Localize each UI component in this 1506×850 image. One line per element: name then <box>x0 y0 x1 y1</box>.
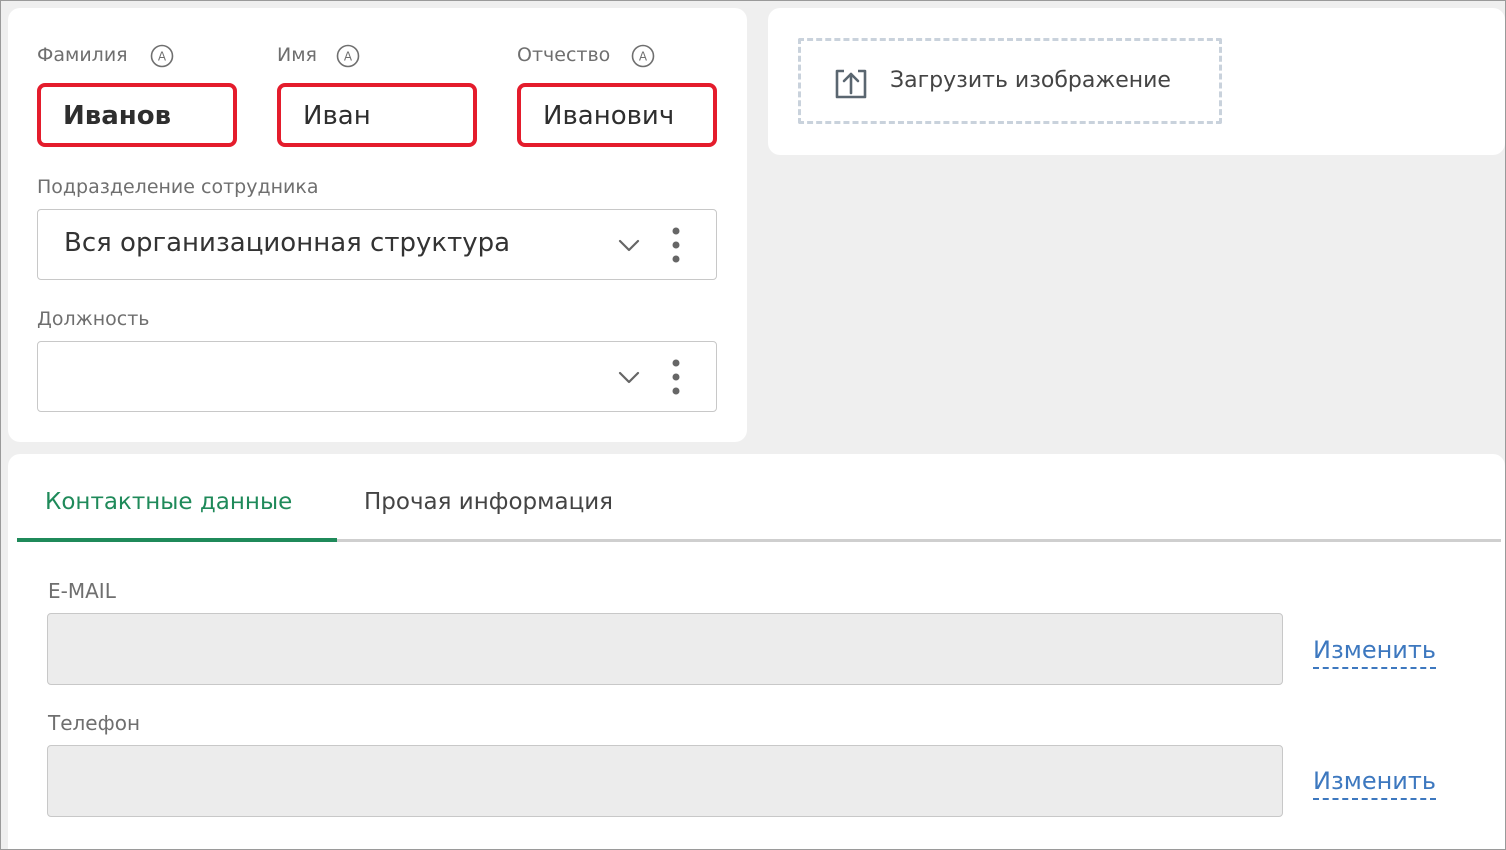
email-label: E-MAIL <box>48 579 116 603</box>
department-value: Вся организационная структура <box>64 228 511 258</box>
first-name-label: Имя <box>277 44 317 66</box>
auto-a-icon[interactable]: A <box>336 44 360 68</box>
more-options-icon[interactable] <box>670 225 682 265</box>
more-options-icon[interactable] <box>670 357 682 397</box>
tab-contact-details[interactable]: Контактные данные <box>45 489 292 515</box>
contacts-card: Контактные данные Прочая информация E-MA… <box>8 454 1505 849</box>
tab-other-info[interactable]: Прочая информация <box>364 489 613 515</box>
phone-field[interactable] <box>47 745 1283 817</box>
chevron-down-icon[interactable] <box>616 232 642 258</box>
svg-text:A: A <box>344 50 353 64</box>
phone-label: Телефон <box>48 711 141 735</box>
first-name-value: Иван <box>303 101 371 131</box>
last-name-label: Фамилия <box>37 44 128 66</box>
change-email-link[interactable]: Изменить <box>1313 636 1436 669</box>
employee-form: Фамилия A Имя A Отчество A Иванов Иван И… <box>0 0 1506 850</box>
position-select[interactable] <box>37 341 717 412</box>
position-label: Должность <box>37 308 150 330</box>
middle-name-label: Отчество <box>517 44 611 66</box>
photo-upload-card: Загрузить изображение <box>768 8 1505 155</box>
department-label: Подразделение сотрудника <box>37 176 319 198</box>
upload-image-label: Загрузить изображение <box>890 68 1171 93</box>
svg-text:A: A <box>158 50 167 64</box>
last-name-value: Иванов <box>63 101 172 131</box>
middle-name-field[interactable]: Иванович <box>517 83 717 147</box>
middle-name-value: Иванович <box>543 101 675 131</box>
chevron-down-icon[interactable] <box>616 364 642 390</box>
svg-text:A: A <box>639 50 648 64</box>
last-name-field[interactable]: Иванов <box>37 83 237 147</box>
upload-icon <box>835 69 867 99</box>
personal-info-card: Фамилия A Имя A Отчество A Иванов Иван И… <box>8 8 747 442</box>
auto-a-icon[interactable]: A <box>150 44 174 68</box>
department-select[interactable]: Вся организационная структура <box>37 209 717 280</box>
upload-image-button[interactable]: Загрузить изображение <box>798 38 1222 124</box>
auto-a-icon[interactable]: A <box>631 44 655 68</box>
change-phone-link[interactable]: Изменить <box>1313 767 1436 800</box>
first-name-field[interactable]: Иван <box>277 83 477 147</box>
email-field[interactable] <box>47 613 1283 685</box>
active-tab-indicator <box>17 538 337 542</box>
